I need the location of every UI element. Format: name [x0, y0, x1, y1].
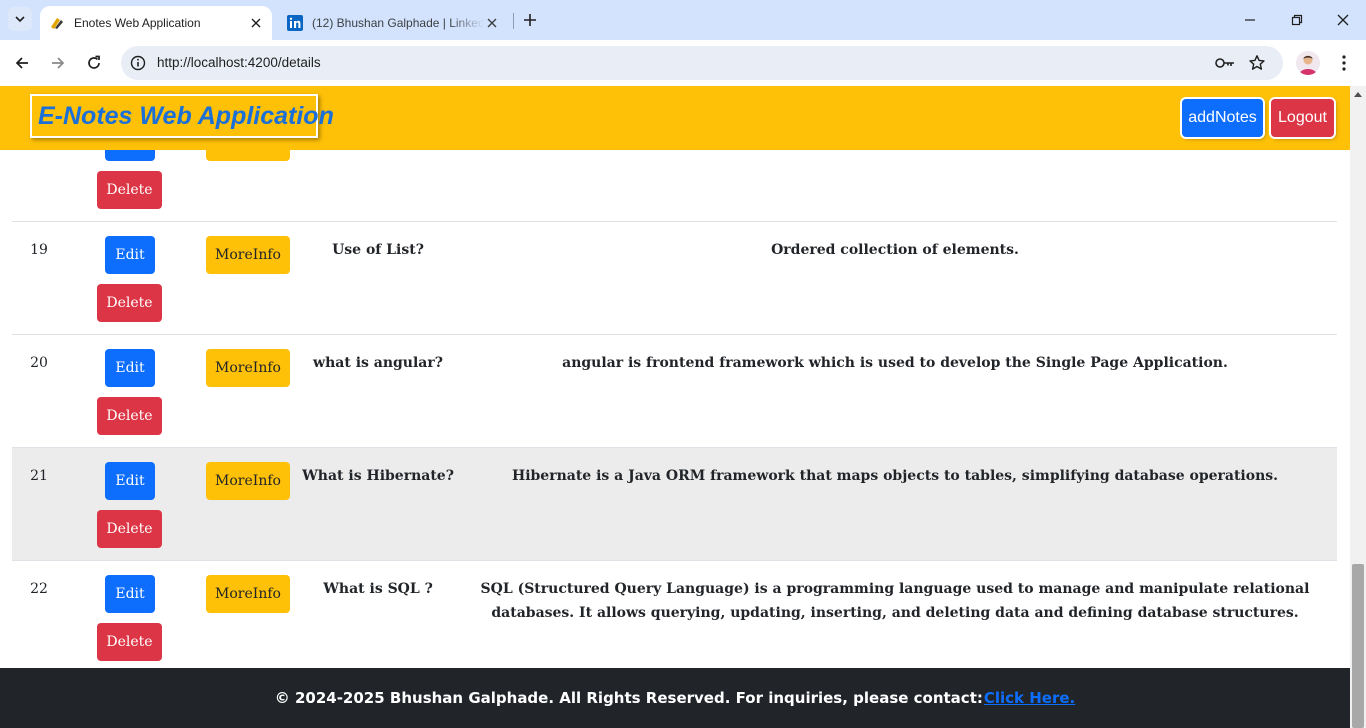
app-navbar: E-Notes Web Application addNotes Logout — [0, 86, 1350, 150]
add-notes-button[interactable]: addNotes — [1182, 99, 1263, 137]
password-key-icon[interactable] — [1214, 54, 1236, 72]
table-row: 19 Edit Delete MoreInfo Use of List? Ord… — [12, 222, 1337, 335]
delete-button[interactable]: Delete — [97, 623, 162, 661]
delete-button[interactable]: Delete — [97, 510, 162, 548]
tab-title: Enotes Web Application — [74, 16, 201, 30]
minimize-icon[interactable] — [1238, 8, 1262, 32]
note-id: 20 — [30, 355, 48, 371]
back-icon[interactable] — [10, 51, 34, 75]
note-title: Use of List? — [332, 242, 424, 258]
edit-button[interactable]: Edit — [105, 349, 155, 387]
edit-button[interactable]: Edit — [105, 575, 155, 613]
logout-button[interactable]: Logout — [1271, 99, 1334, 137]
footer-text: © 2024-2025 Bhushan Galphade. All Rights… — [274, 689, 983, 707]
url-text[interactable]: http://localhost:4200/details — [157, 55, 321, 70]
tab-title: (12) Bhushan Galphade | LinkedIn — [312, 16, 484, 30]
brand-text: E-Notes Web Application — [38, 102, 334, 130]
note-title: what is angular? — [313, 355, 443, 371]
tab-search-icon[interactable] — [8, 7, 32, 31]
browser-toolbar: http://localhost:4200/details — [0, 40, 1366, 86]
more-info-button[interactable]: MoreInfo — [206, 349, 290, 387]
table-row: 21 Edit Delete MoreInfo What is Hibernat… — [12, 448, 1337, 561]
close-icon[interactable] — [484, 15, 500, 31]
window-close-icon[interactable] — [1331, 8, 1355, 32]
note-description: SQL (Structured Query Language) is a pro… — [480, 581, 1310, 621]
delete-button[interactable]: Delete — [97, 171, 162, 209]
note-description: Hibernate is a Java ORM framework that m… — [511, 468, 1279, 484]
edit-button[interactable]: Edit — [105, 462, 155, 500]
note-title: What is SQL ? — [323, 581, 433, 597]
table-row: 22 Edit Delete MoreInfo What is SQL ? SQ… — [12, 561, 1337, 674]
browser-tab-strip: Enotes Web Application (12) Bhushan Galp… — [0, 0, 1366, 40]
enotes-favicon-icon — [51, 18, 63, 29]
page-viewport: Edit Delete MoreInfo 19 Edit Delete More… — [0, 86, 1350, 728]
page-scrollbar[interactable] — [1350, 86, 1366, 728]
address-bar[interactable]: http://localhost:4200/details — [121, 46, 1283, 80]
table-row: 20 Edit Delete MoreInfo what is angular?… — [12, 335, 1337, 448]
note-description: angular is frontend framework which is u… — [562, 355, 1228, 371]
contact-link[interactable]: Click Here. — [984, 689, 1075, 707]
profile-avatar[interactable] — [1296, 51, 1320, 75]
scrollbar-thumb[interactable] — [1352, 564, 1364, 728]
more-menu-icon[interactable] — [1334, 51, 1354, 75]
more-info-button[interactable]: MoreInfo — [206, 236, 290, 274]
note-id: 22 — [30, 581, 48, 597]
delete-button[interactable]: Delete — [97, 284, 162, 322]
edit-button[interactable]: Edit — [105, 236, 155, 274]
browser-tab-linkedin[interactable]: (12) Bhushan Galphade | LinkedIn — [278, 6, 508, 40]
brand-logo[interactable]: E-Notes Web Application — [30, 94, 334, 138]
page-footer: © 2024-2025 Bhushan Galphade. All Rights… — [0, 668, 1350, 728]
scroll-up-arrow-icon[interactable] — [1354, 92, 1362, 97]
more-info-button[interactable]: MoreInfo — [206, 462, 290, 500]
linkedin-favicon-icon — [287, 15, 303, 31]
browser-tab-enotes[interactable]: Enotes Web Application — [40, 6, 272, 40]
note-description: Ordered collection of elements. — [771, 242, 1019, 258]
note-title: What is Hibernate? — [302, 468, 454, 484]
site-info-icon[interactable] — [129, 54, 147, 72]
delete-button[interactable]: Delete — [97, 397, 162, 435]
new-tab-icon[interactable] — [519, 9, 541, 31]
reload-icon[interactable] — [82, 51, 106, 75]
more-info-button[interactable]: MoreInfo — [206, 575, 290, 613]
tab-separator — [513, 13, 514, 29]
note-id: 19 — [30, 242, 48, 258]
close-icon[interactable] — [248, 15, 264, 31]
bookmark-star-icon[interactable] — [1247, 53, 1267, 73]
restore-icon[interactable] — [1285, 8, 1309, 32]
forward-icon[interactable] — [46, 51, 70, 75]
note-id: 21 — [30, 468, 48, 484]
